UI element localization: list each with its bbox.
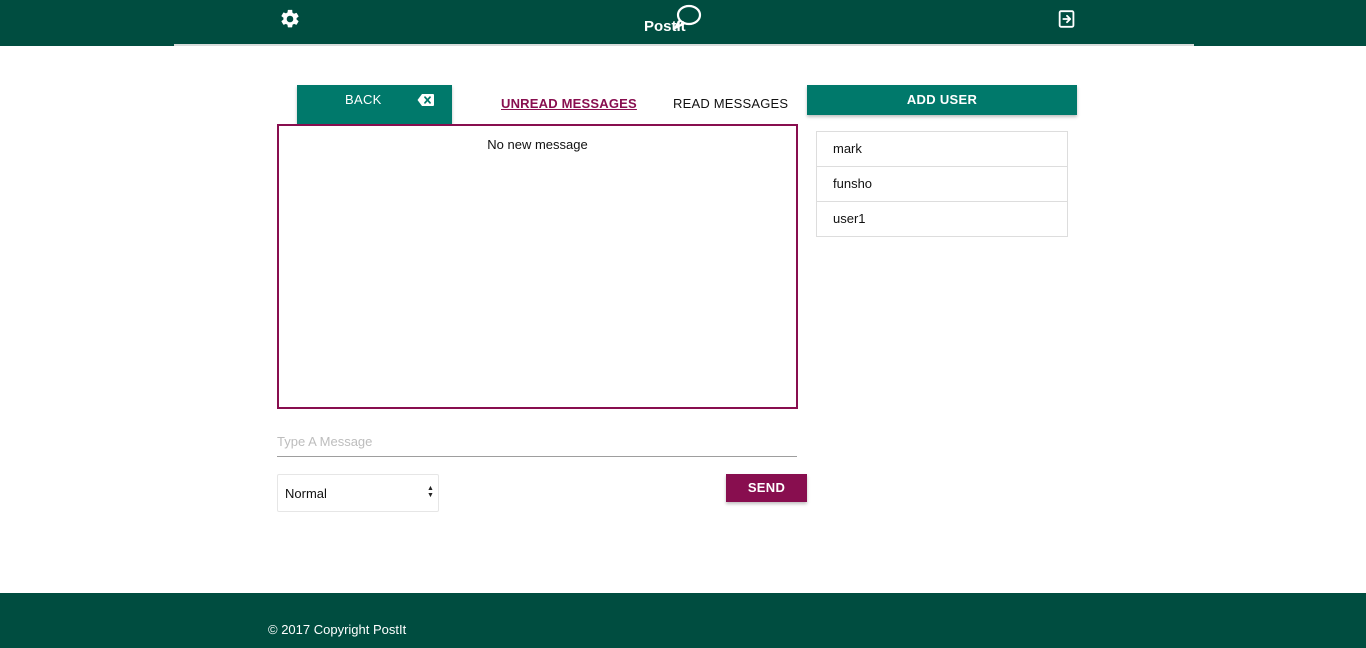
logout-button[interactable]: [1056, 8, 1078, 30]
send-button[interactable]: SEND: [726, 474, 807, 502]
user-list-item[interactable]: mark: [817, 132, 1067, 167]
header-divider: [174, 44, 1194, 46]
top-navbar: PostIt: [0, 0, 1366, 46]
priority-select[interactable]: Normal ▲ ▼: [277, 474, 439, 512]
add-user-button[interactable]: ADD USER: [807, 85, 1077, 115]
backspace-icon: [417, 94, 434, 106]
user-list-item[interactable]: funsho: [817, 167, 1067, 202]
back-button-label: BACK: [345, 92, 382, 107]
footer: © 2017 Copyright PostIt: [0, 593, 1366, 648]
empty-message-text: No new message: [487, 137, 588, 152]
priority-selected-value: Normal: [285, 486, 327, 501]
select-arrows-icon: ▲ ▼: [427, 485, 434, 499]
chat-bubble-icon: [673, 4, 702, 30]
back-button[interactable]: BACK: [297, 85, 452, 124]
copyright-text: © 2017 Copyright PostIt: [268, 622, 407, 637]
settings-button[interactable]: [279, 8, 301, 30]
tab-unread-messages[interactable]: UNREAD MESSAGES: [501, 96, 637, 111]
gear-icon: [281, 9, 299, 28]
user-list: mark funsho user1: [816, 131, 1068, 237]
message-input[interactable]: [277, 426, 797, 457]
message-list[interactable]: No new message: [277, 124, 798, 409]
logo: PostIt: [640, 4, 710, 38]
tab-read-messages[interactable]: READ MESSAGES: [673, 96, 788, 111]
user-list-item[interactable]: user1: [817, 202, 1067, 236]
logout-icon: [1058, 10, 1075, 28]
